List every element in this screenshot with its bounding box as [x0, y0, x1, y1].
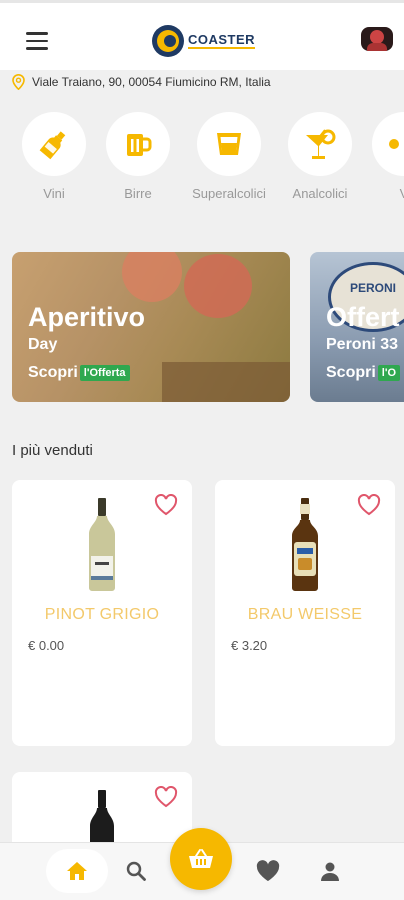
category-label: Vini	[43, 186, 65, 201]
delivery-address[interactable]: Viale Traiano, 90, 00054 Fiumicino RM, I…	[12, 72, 271, 92]
menu-icon[interactable]	[26, 32, 48, 50]
banner-title: Offert	[326, 302, 400, 332]
nav-search-button[interactable]	[118, 849, 154, 893]
banner-cta[interactable]: Scopri l'Offerta	[28, 364, 130, 382]
wine-bottle-icon	[39, 131, 66, 160]
product-name: BRAU WEISSE	[247, 606, 363, 623]
heart-icon[interactable]	[357, 494, 381, 516]
product-card-brau-weisse[interactable]: BRAU WEISSE € 3.20	[215, 480, 395, 746]
category-label: Birre	[124, 186, 152, 201]
product-image-beer-bottle	[292, 498, 318, 591]
category-birre[interactable]: Birre	[93, 112, 183, 201]
category-label: V	[399, 186, 404, 201]
banner-cta-label: Scopri	[326, 364, 376, 381]
banner-image-table	[162, 362, 290, 402]
logo-mark-icon	[152, 25, 184, 57]
nav-home-button[interactable]	[46, 849, 108, 893]
beer-mug-icon	[127, 134, 152, 156]
app-logo[interactable]: COASTER	[152, 25, 256, 57]
category-label: Analcolici	[292, 186, 348, 201]
product-image-wine-bottle	[89, 498, 115, 591]
shopping-basket-icon	[189, 849, 213, 868]
partial-icon	[389, 139, 399, 149]
promo-carousel[interactable]: Aperitivo Day Scopri l'Offerta PERONI Of…	[0, 252, 404, 404]
product-price: € 0.00	[28, 638, 65, 653]
category-partial[interactable]: V	[359, 112, 404, 201]
nav-favorites-button[interactable]	[250, 849, 286, 893]
location-pin-icon	[12, 74, 25, 90]
banner-offerta-peroni[interactable]: PERONI Offert Peroni 33 Scopri l'O	[310, 252, 404, 402]
category-vini[interactable]: Vini	[9, 112, 99, 201]
banner-subtitle: Day	[28, 336, 58, 353]
banner-subtitle: Peroni 33	[326, 336, 399, 353]
category-label: Superalcolici	[192, 186, 266, 201]
cocktail-glass-icon	[306, 129, 336, 159]
avatar[interactable]	[361, 27, 393, 51]
top-bar: COASTER	[0, 0, 404, 70]
nav-profile-button[interactable]	[312, 849, 348, 893]
offer-tag: l'Offerta	[79, 365, 130, 381]
offer-tag: l'O	[377, 365, 401, 381]
product-price: € 3.20	[231, 638, 268, 653]
home-icon	[67, 862, 87, 880]
product-card-pinot-grigio[interactable]: PINOT GRIGIO € 0.00	[12, 480, 192, 746]
shot-glass-icon	[217, 133, 241, 155]
product-name: PINOT GRIGIO	[44, 606, 160, 623]
category-birre-button[interactable]	[106, 112, 170, 176]
user-icon	[321, 862, 339, 881]
heart-icon	[256, 860, 280, 881]
category-vini-button[interactable]	[22, 112, 86, 176]
category-superalcolici[interactable]: Superalcolici	[184, 112, 274, 201]
category-carousel[interactable]: Vini Birre Superalcolici Analcolici V	[0, 112, 404, 212]
category-analcolici-button[interactable]	[288, 112, 352, 176]
address-text: Viale Traiano, 90, 00054 Fiumicino RM, I…	[32, 75, 271, 89]
banner-cta[interactable]: Scopri l'O	[326, 364, 401, 382]
heart-icon[interactable]	[154, 494, 178, 516]
banner-image-glass	[184, 254, 252, 318]
category-partial-button[interactable]	[372, 112, 404, 176]
best-sellers-title: I più venduti	[12, 442, 93, 459]
search-icon	[126, 861, 146, 881]
heart-icon[interactable]	[154, 786, 178, 808]
category-superalcolici-button[interactable]	[197, 112, 261, 176]
banner-title: Aperitivo	[28, 302, 146, 332]
cart-button[interactable]	[170, 828, 232, 890]
category-analcolici[interactable]: Analcolici	[275, 112, 365, 201]
peroni-logo-text: PERONI	[349, 281, 396, 295]
banner-aperitivo[interactable]: Aperitivo Day Scopri l'Offerta	[12, 252, 290, 402]
logo-text: COASTER	[188, 32, 256, 49]
banner-image-glass	[122, 252, 182, 302]
banner-cta-label: Scopri	[28, 364, 78, 381]
